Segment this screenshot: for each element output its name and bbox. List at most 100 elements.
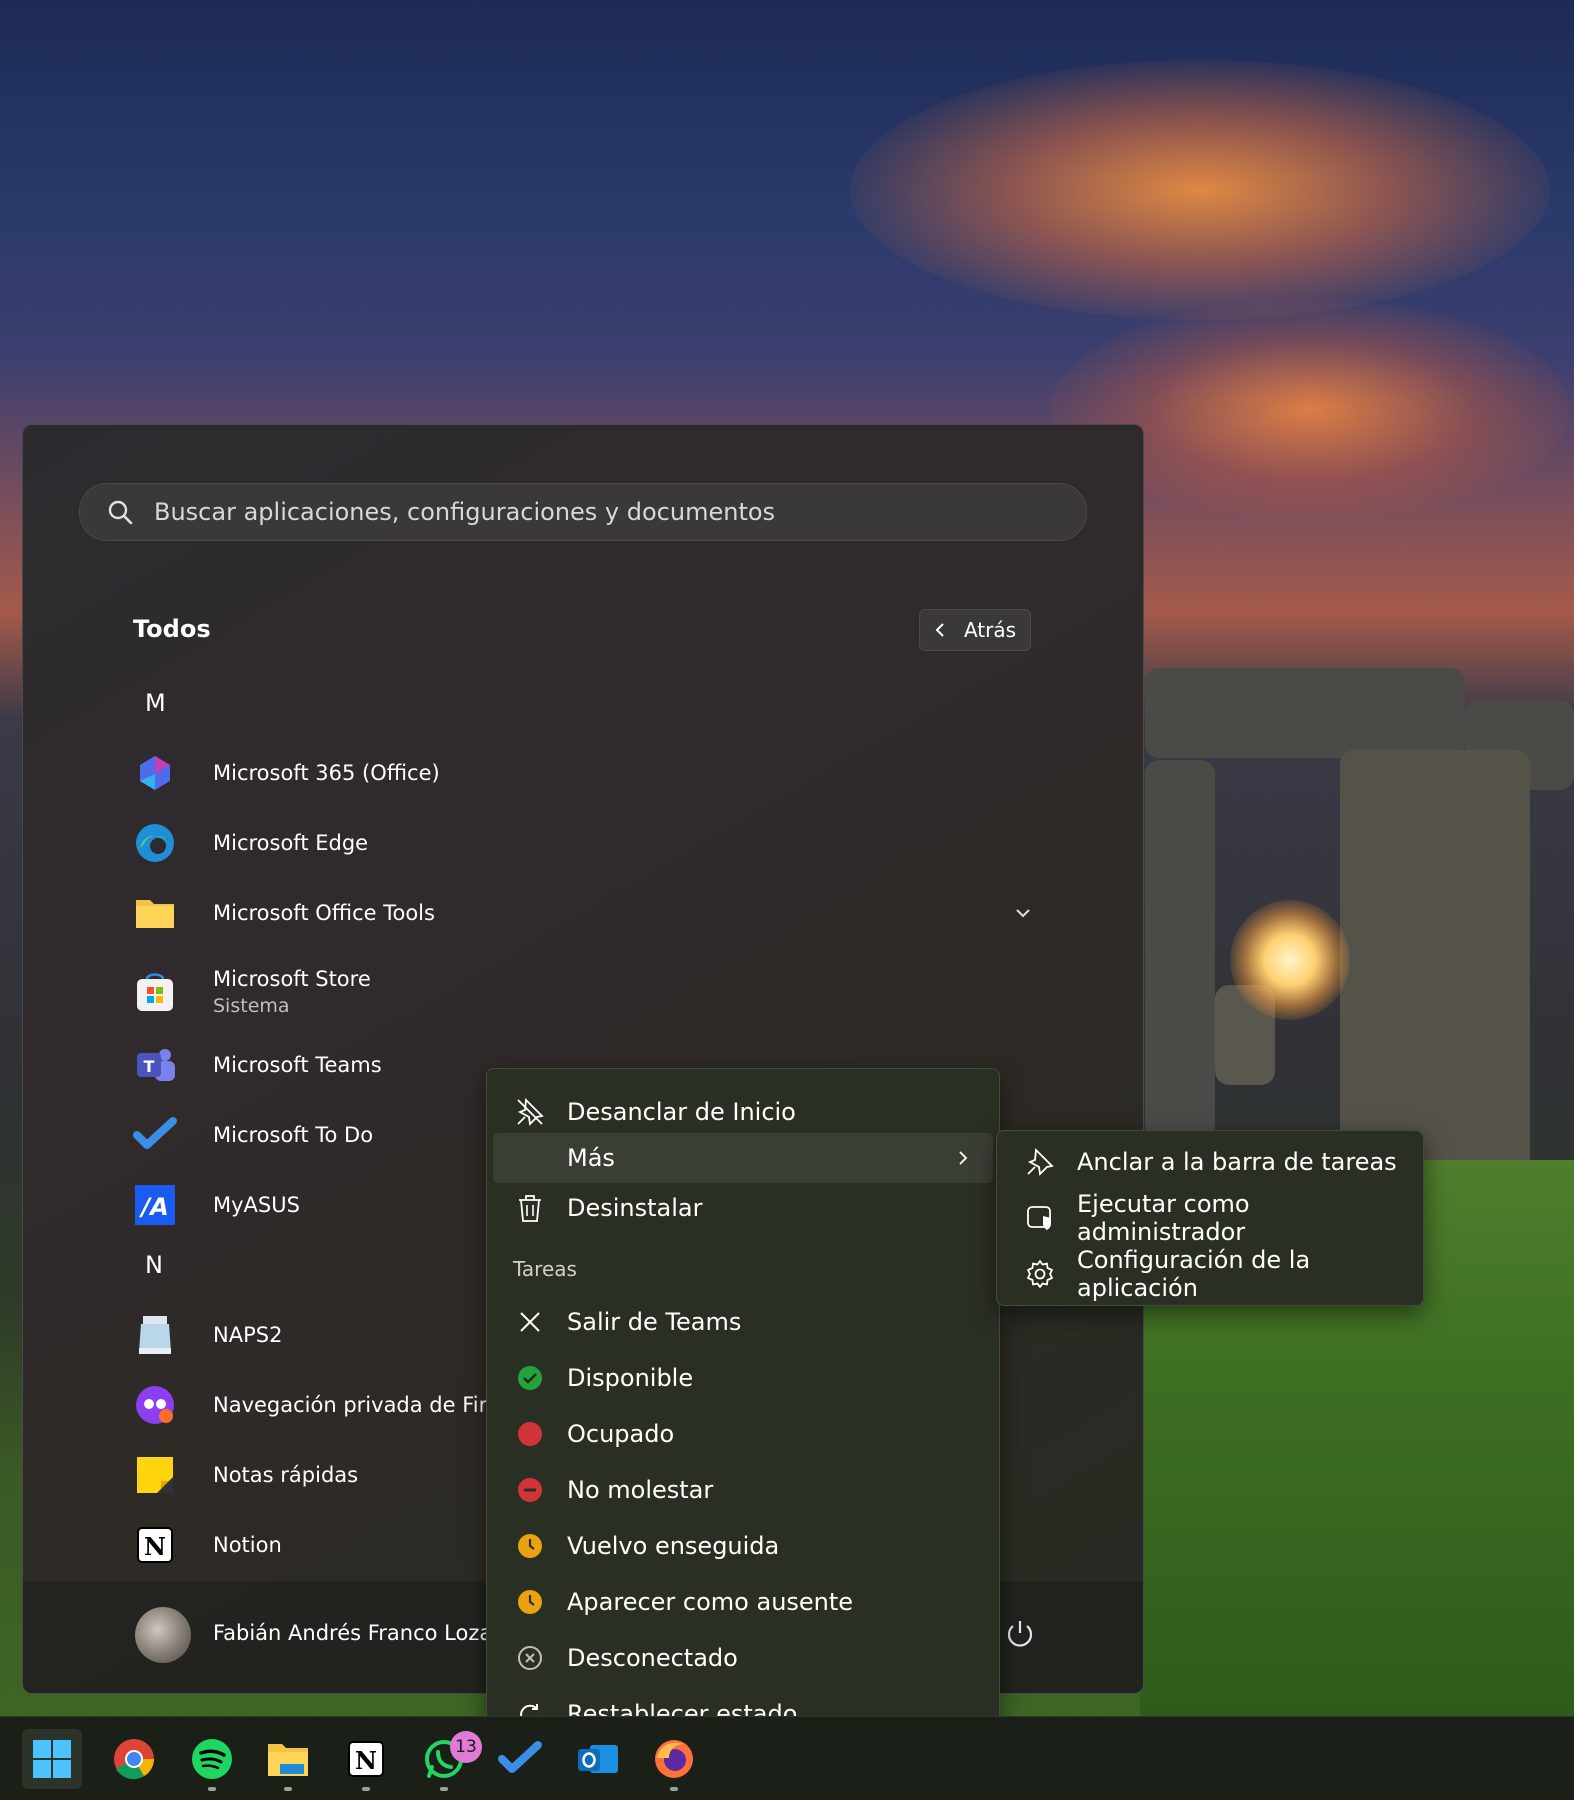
notification-badge: 13 — [450, 1731, 482, 1763]
running-indicator — [440, 1787, 448, 1791]
status-available-icon — [515, 1363, 545, 1393]
menu-label: No molestar — [567, 1476, 714, 1504]
task-quit-teams[interactable]: Salir de Teams — [493, 1297, 993, 1347]
app-settings-item[interactable]: Configuración de la aplicación — [1003, 1246, 1417, 1302]
back-label: Atrás — [963, 618, 1017, 642]
more-submenu: Anclar a la barra de tareas Ejecutar com… — [996, 1130, 1424, 1306]
teams-icon: T — [133, 1043, 177, 1087]
app-name: Microsoft Teams — [213, 1053, 382, 1077]
task-offline[interactable]: Desconectado — [493, 1633, 993, 1683]
todo-icon — [133, 1113, 177, 1157]
edge-icon — [133, 821, 177, 865]
chevron-left-icon — [935, 623, 944, 637]
todo-icon — [498, 1741, 542, 1773]
app-name: MyASUS — [213, 1193, 300, 1217]
task-do-not-disturb[interactable]: No molestar — [493, 1465, 993, 1515]
menu-label: Desconectado — [567, 1644, 738, 1672]
app-name: Microsoft Office Tools — [213, 901, 435, 925]
chrome-icon — [114, 1739, 154, 1780]
firefox-icon — [655, 1740, 693, 1778]
svg-text:N: N — [355, 1746, 377, 1775]
tasks-section-label: Tareas — [513, 1257, 577, 1281]
running-indicator — [208, 1787, 216, 1791]
app-name: Microsoft 365 (Office) — [213, 761, 440, 785]
menu-label: Disponible — [567, 1364, 694, 1392]
letter-header-m[interactable]: M — [145, 689, 166, 717]
back-button[interactable]: Atrás — [919, 609, 1031, 651]
running-indicator — [670, 1787, 678, 1791]
status-busy-icon — [515, 1419, 545, 1449]
app-item-microsoft-store[interactable]: Microsoft Store Sistema — [133, 957, 1033, 1027]
firefox-private-icon — [133, 1383, 177, 1427]
app-name: Microsoft Edge — [213, 831, 369, 855]
taskbar-spotify[interactable] — [182, 1729, 242, 1791]
app-item-microsoft-365[interactable]: Microsoft 365 (Office) — [133, 743, 1033, 803]
menu-label: Desanclar de Inicio — [567, 1098, 796, 1126]
search-icon — [108, 500, 133, 525]
chevron-right-icon — [959, 1151, 968, 1165]
svg-text:/A: /A — [138, 1193, 168, 1221]
running-indicator — [362, 1787, 370, 1791]
outlook-icon — [578, 1745, 618, 1773]
stone-lintel — [1145, 668, 1465, 758]
pin-icon — [1025, 1147, 1055, 1177]
more-item[interactable]: Más — [493, 1133, 993, 1183]
folder-icon — [133, 891, 177, 935]
store-icon — [133, 970, 177, 1014]
menu-label: Configuración de la aplicación — [1077, 1246, 1311, 1302]
avatar[interactable] — [135, 1607, 191, 1663]
unpin-icon — [515, 1097, 545, 1127]
cloud-glow — [850, 60, 1550, 320]
context-menu: Desanclar de Inicio Más Desinstalar Tare… — [486, 1068, 1000, 1748]
task-busy[interactable]: Ocupado — [493, 1409, 993, 1459]
file-explorer-icon — [268, 1744, 308, 1776]
letter-header-n[interactable]: N — [145, 1251, 163, 1279]
taskbar-todo[interactable] — [490, 1729, 550, 1789]
app-name: Microsoft Store — [213, 967, 371, 991]
menu-label: Salir de Teams — [567, 1308, 742, 1336]
chevron-down-icon[interactable] — [1013, 903, 1033, 923]
trash-icon — [515, 1193, 545, 1223]
menu-label: Anclar a la barra de tareas — [1077, 1148, 1397, 1176]
sticky-notes-icon — [133, 1453, 177, 1497]
taskbar-whatsapp[interactable]: 13 — [414, 1729, 482, 1791]
taskbar: N 13 — [0, 1716, 1574, 1800]
app-name: Notion — [213, 1533, 282, 1557]
user-name[interactable]: Fabián Andrés Franco Lozada — [213, 1621, 518, 1645]
pin-to-taskbar-item[interactable]: Anclar a la barra de tareas — [1003, 1137, 1417, 1187]
menu-label: Vuelvo enseguida — [567, 1532, 780, 1560]
unpin-from-start-item[interactable]: Desanclar de Inicio — [493, 1087, 993, 1137]
menu-label: Aparecer como ausente — [567, 1588, 854, 1616]
run-as-admin-item[interactable]: Ejecutar como administrador — [1003, 1190, 1417, 1246]
sun — [1230, 900, 1350, 1020]
scanner-icon — [133, 1313, 177, 1357]
menu-label: Ocupado — [567, 1420, 675, 1448]
task-available[interactable]: Disponible — [493, 1353, 993, 1403]
taskbar-outlook[interactable] — [568, 1729, 628, 1789]
notion-icon: N — [133, 1523, 177, 1567]
task-be-right-back[interactable]: Vuelvo enseguida — [493, 1521, 993, 1571]
svg-text:T: T — [144, 1057, 155, 1076]
task-appear-away[interactable]: Aparecer como ausente — [493, 1577, 993, 1627]
all-apps-title: Todos — [133, 615, 211, 643]
stone-pillar — [1145, 760, 1215, 1160]
uninstall-item[interactable]: Desinstalar — [493, 1183, 993, 1233]
taskbar-file-explorer[interactable] — [258, 1729, 318, 1791]
spotify-icon — [192, 1739, 232, 1779]
taskbar-chrome[interactable] — [104, 1729, 164, 1789]
search-box[interactable]: Buscar aplicaciones, configuraciones y d… — [79, 483, 1087, 541]
power-icon[interactable] — [1003, 1617, 1037, 1651]
taskbar-firefox[interactable] — [644, 1729, 704, 1791]
app-item-microsoft-office-tools[interactable]: Microsoft Office Tools — [133, 883, 1033, 943]
microsoft-365-icon — [133, 751, 177, 795]
app-name: Microsoft To Do — [213, 1123, 374, 1147]
running-indicator — [284, 1787, 292, 1791]
taskbar-notion[interactable]: N — [336, 1729, 396, 1791]
status-away-icon — [515, 1587, 545, 1617]
app-item-microsoft-edge[interactable]: Microsoft Edge — [133, 813, 1033, 873]
start-button[interactable] — [22, 1729, 82, 1789]
search-placeholder: Buscar aplicaciones, configuraciones y d… — [154, 498, 776, 526]
status-offline-icon — [515, 1643, 545, 1673]
notion-icon: N — [348, 1741, 384, 1777]
menu-label: Ejecutar como administrador — [1077, 1190, 1250, 1246]
